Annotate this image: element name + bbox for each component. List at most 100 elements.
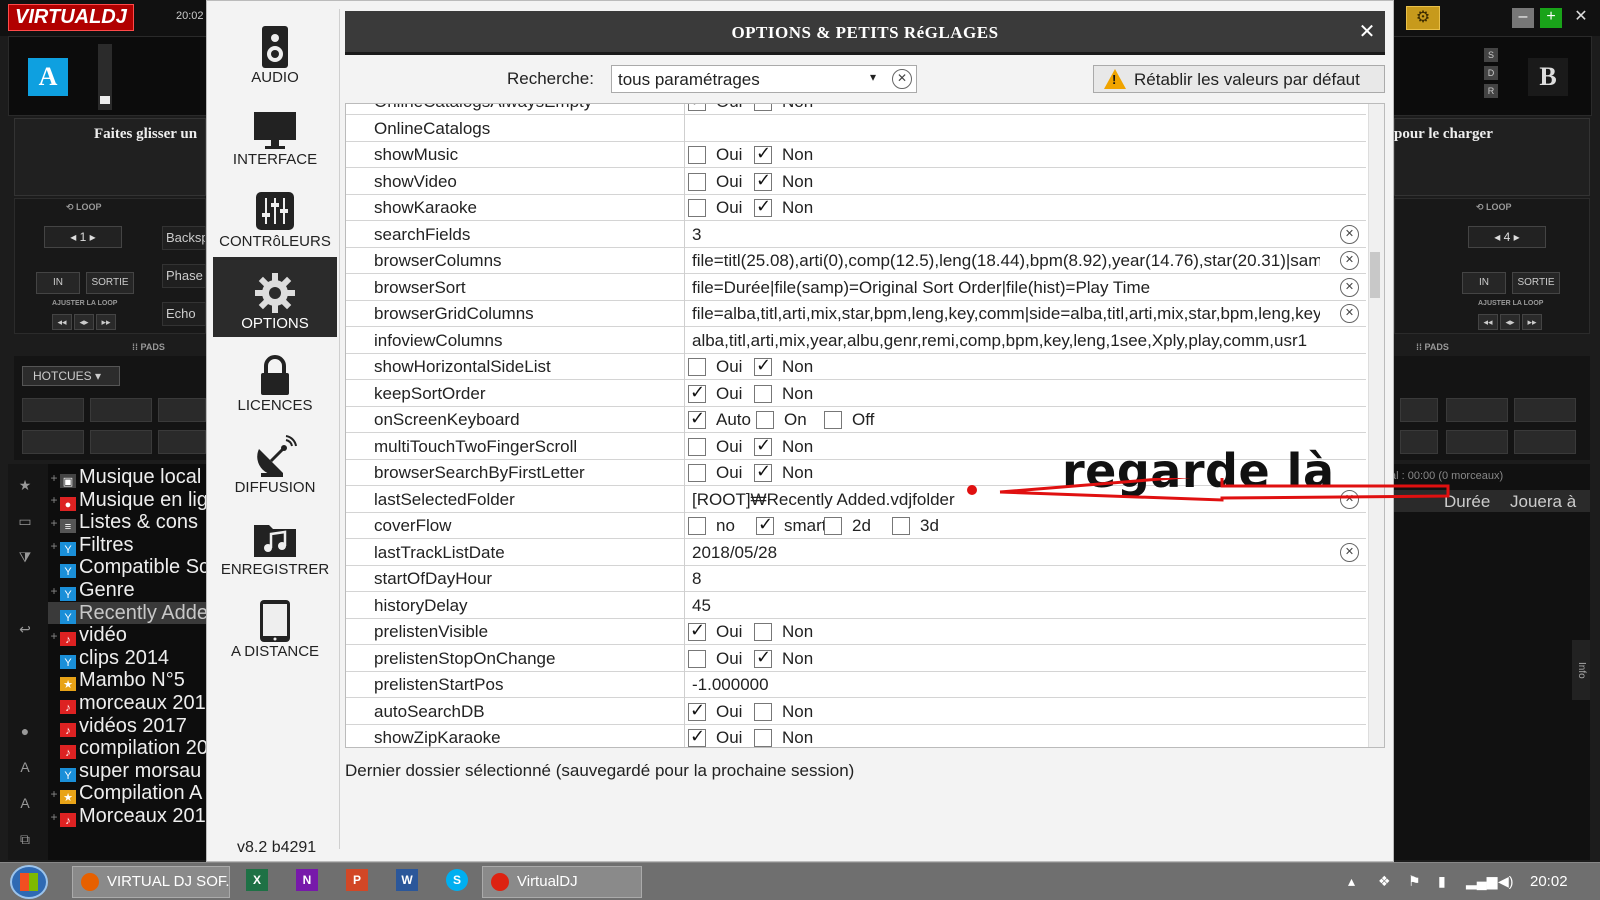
option-checkbox[interactable] [688,408,706,429]
deck-b-loop-out-button[interactable]: SORTIE [1512,272,1560,294]
tree-item[interactable]: ♪ vidéos 2017 [48,715,208,737]
option-checkbox[interactable] [688,726,706,747]
loop-shift-left-button[interactable]: ◂◂ [52,314,72,330]
option-checkbox[interactable] [688,437,706,456]
option-checkbox[interactable] [754,435,772,456]
option-checkbox[interactable] [756,411,774,429]
filter-icon[interactable]: ⧩ [12,546,38,568]
deck-toggle[interactable]: D [1484,66,1498,80]
chevron-down-icon[interactable]: ▾ [870,70,876,84]
pitch-slider[interactable] [98,44,112,110]
deck-a-badge[interactable]: A [28,58,68,96]
option-checkbox[interactable] [688,620,706,641]
pad-button[interactable] [1400,398,1438,422]
loop-shift-left-button[interactable]: ◂◂ [1478,314,1498,330]
expand-icon[interactable]: + [48,580,60,601]
nav-controllers[interactable]: CONTRôLEURS [213,175,337,255]
option-checkbox[interactable] [688,649,706,668]
deck-a-loop-out-button[interactable]: SORTIE [86,272,134,294]
setting-value-field[interactable]: 3 [692,225,1320,245]
close-app-button[interactable]: ✕ [1570,8,1592,28]
expand-icon[interactable]: + [48,783,60,804]
setting-row[interactable]: prelistenStopOnChange Oui Non [346,644,1366,672]
nav-record[interactable]: ENREGISTRER [213,503,337,583]
option-checkbox[interactable] [754,104,772,111]
action-center-icon[interactable]: ⚑ [1408,873,1421,890]
taskbar-virtualdj[interactable]: VirtualDJ [482,866,642,898]
pad-button[interactable] [158,398,206,422]
expand-icon[interactable]: + [48,512,60,533]
setting-row[interactable]: keepSortOrder Oui Non [346,379,1366,407]
settings-scroll-thumb[interactable] [1370,252,1380,298]
option-checkbox[interactable] [688,517,706,535]
powerpoint-icon[interactable]: P [346,869,368,891]
hotcues-dropdown[interactable]: HOTCUES ▾ [22,366,120,386]
option-checkbox[interactable] [688,700,706,721]
tray-expand-icon[interactable]: ▴ [1348,873,1355,890]
expand-icon[interactable]: + [48,535,60,556]
clear-value-icon[interactable]: ✕ [1340,251,1359,270]
setting-row[interactable]: prelistenVisible Oui Non [346,618,1366,645]
pad-button[interactable] [158,430,206,454]
setting-row[interactable]: infoviewColumns alba,titl,arti,mix,year,a… [346,326,1366,354]
start-button[interactable] [10,865,48,899]
deck-a-loop-size[interactable]: ◂ 1 ▸ [44,226,122,248]
option-checkbox[interactable] [688,146,706,164]
taskbar-firefox[interactable]: VIRTUAL DJ SOF... [72,866,230,898]
volume-icon[interactable]: ◀) [1498,873,1513,890]
tree-item[interactable]: + ≡ Listes & cons [48,511,208,534]
option-checkbox[interactable] [688,358,706,376]
nav-remote[interactable]: A DISTANCE [213,585,337,665]
expand-icon[interactable]: + [48,467,60,488]
setting-row[interactable]: lastTrackListDate 2018/05/28 ✕ [346,538,1366,566]
clear-value-icon[interactable]: ✕ [1340,224,1359,244]
tree-item[interactable]: Ysuper morsau [48,760,208,782]
clear-search-icon[interactable]: ✕ [892,69,912,89]
setting-row[interactable]: browserSort file=Durée|file(samp)=Origina… [346,273,1366,301]
option-checkbox[interactable] [688,172,706,191]
pad-button[interactable] [1400,430,1438,454]
tree-item[interactable]: + ♪ Morceaux 201 [48,805,208,827]
option-checkbox[interactable] [754,623,772,641]
option-checkbox[interactable] [754,461,772,482]
pad-button[interactable] [90,430,152,454]
nav-licences[interactable]: LICENCES [213,339,337,419]
setting-value-field[interactable]: file=alba,titl,arti,mix,star,bpm,leng,ke… [692,304,1320,324]
nav-audio[interactable]: AUDIO [213,11,337,91]
deck-b-loop-in-button[interactable]: IN [1462,272,1506,294]
pad-button[interactable] [1446,430,1508,454]
setting-value-field[interactable]: 45 [692,596,1358,616]
option-checkbox[interactable] [754,702,772,721]
loop-shift-both-button[interactable]: ◂▸ [1500,314,1520,330]
nav-interface[interactable]: INTERFACE [213,93,337,173]
setting-row[interactable]: showZipKaraoke Oui Non [346,724,1366,747]
setting-value-field[interactable]: alba,titl,arti,mix,year,albu,genr,remi,c… [692,331,1358,351]
dropbox-icon[interactable]: ❖ [1378,873,1391,890]
tree-item[interactable]: + ▣ Musique local [48,466,208,488]
setting-row[interactable]: prelistenStartPos -1.000000 [346,671,1366,698]
setting-row[interactable]: OnlineCatalogsAlwaysEmpty Oui Non [346,104,1366,115]
option-checkbox[interactable] [754,729,772,747]
option-checkbox[interactable] [756,514,774,535]
tree-item[interactable]: ♪ morceaux 201 [48,692,208,714]
setting-value-field[interactable]: file=titl(25.08),arti(0),comp(12.5),leng… [692,251,1320,271]
option-checkbox[interactable] [688,464,706,482]
window-icon[interactable]: ⧉ [12,828,38,850]
setting-row[interactable]: searchFields 3 ✕ [346,220,1366,248]
backspin-button[interactable]: Backsp [162,226,206,250]
setting-value-field[interactable]: 8 [692,569,1358,589]
pad-button[interactable] [1514,430,1576,454]
skype-icon[interactable]: S [446,869,468,891]
clear-value-icon[interactable]: ✕ [1340,304,1359,323]
setting-value-field[interactable]: file=Durée|file(samp)=Original Sort Orde… [692,278,1320,298]
record-toggle[interactable]: R [1484,84,1498,98]
tree-item[interactable]: ♪ compilation 20 [48,737,208,760]
dot-icon[interactable]: ● [12,720,38,742]
setting-row[interactable]: showKaraoke Oui Non [346,194,1366,221]
option-checkbox[interactable] [688,382,706,403]
echo-button[interactable]: Echo [162,302,206,326]
font-size-icon[interactable]: A [12,756,38,778]
setting-row[interactable]: autoSearchDB Oui Non [346,697,1366,725]
info-tab[interactable]: Info [1572,640,1590,700]
maximize-button[interactable]: + [1540,8,1562,28]
